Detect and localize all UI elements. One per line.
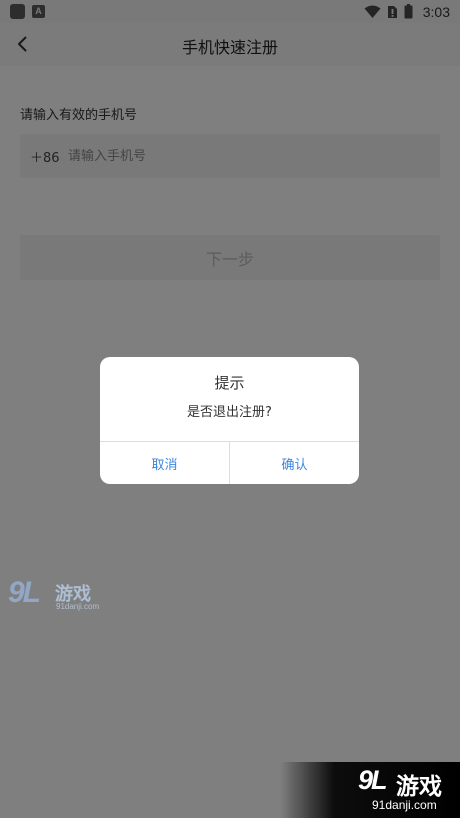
watermark-text-large: 游戏: [396, 774, 442, 800]
dialog-title: 提示: [214, 374, 245, 392]
watermark-logo-large: 9L 游戏 91danji.com: [280, 762, 460, 818]
dialog-message: 是否退出注册?: [187, 405, 272, 420]
watermark-url: 91danji.com: [56, 602, 100, 611]
confirm-button[interactable]: 确认: [230, 442, 359, 484]
watermark-url-large: 91danji.com: [372, 798, 437, 812]
exit-confirm-dialog: 提示 是否退出注册? 取消 确认: [100, 357, 359, 484]
watermark-mark-large: 9L: [358, 765, 387, 795]
cancel-button[interactable]: 取消: [100, 442, 229, 484]
watermark-logo-small: 9L 游戏 91danji.com: [8, 576, 108, 618]
watermark-mark: 9L: [8, 576, 41, 609]
